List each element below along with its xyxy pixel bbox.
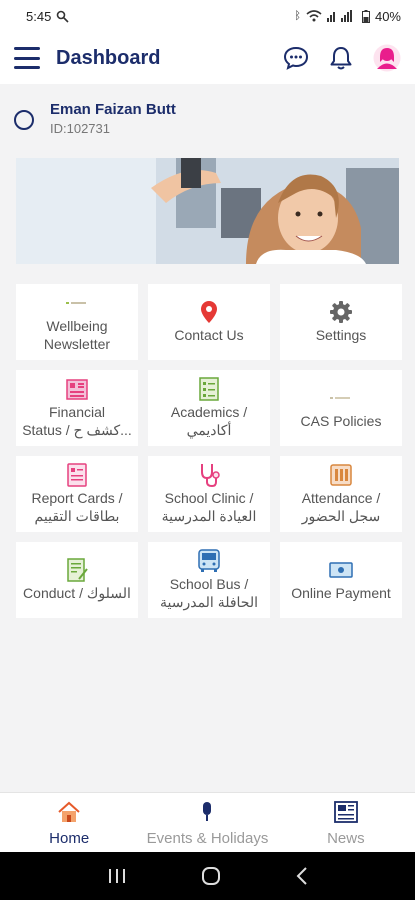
nav-home-label: Home [49,829,90,847]
payment-icon [329,562,353,578]
avatar [373,44,401,72]
location-pin-icon [201,301,217,323]
nav-home[interactable]: Home [0,793,138,853]
chat-icon [283,46,309,70]
bell-icon [330,47,352,70]
banner-photo [16,158,399,264]
wifi-icon [306,10,322,22]
tile-financial-status[interactable]: Financial Status / كشف ح... [16,370,138,446]
bottom-navigation: Home Events & Holidays News [0,792,415,853]
tile-report-cards[interactable]: Report Cards / بطاقات التقييم [16,456,138,532]
tile-attendance[interactable]: Attendance / سجل الحضور [280,456,402,532]
back-icon[interactable] [296,867,308,885]
nav-events-label: Events & Holidays [146,829,269,847]
dashboard-grid: Wellbeing Newsletter Contact Us Settings… [16,284,402,618]
app-bar: Dashboard [0,32,415,84]
page-title: Dashboard [56,46,161,69]
tile-academics[interactable]: Academics / أكاديمي [148,370,270,446]
recent-apps-icon[interactable] [108,868,126,884]
student-radio[interactable] [14,110,34,130]
bus-icon [198,549,220,572]
battery-level: 40% [374,8,401,24]
student-id: ID:102731 [50,121,110,136]
home-circle-icon[interactable] [201,866,221,886]
tile-school-clinic[interactable]: School Clinic / العيادة المدرسية [148,456,270,532]
cell-signal-icon [326,10,352,22]
finance-icon [66,379,88,400]
nav-events-holidays[interactable]: Events & Holidays [138,793,276,853]
tile-settings[interactable]: Settings [280,284,402,360]
newspaper-icon [333,800,358,823]
battery-icon [361,9,370,23]
attendance-icon [330,464,352,486]
tile-online-payment[interactable]: Online Payment [280,542,402,618]
system-navigation-bar [0,852,415,900]
tile-cas-policies[interactable]: CAS Policies [280,370,402,446]
banner-image [16,158,399,264]
student-selector[interactable]: Eman Faizan Butt ID:102731 [0,84,415,148]
chat-button[interactable] [283,46,309,70]
profile-button[interactable] [373,44,401,72]
academics-icon [199,377,219,401]
signal-key-icon [57,10,69,23]
notifications-button[interactable] [329,45,353,71]
report-card-icon [67,463,87,487]
policy-icon [330,397,350,399]
newsletter-icon [66,302,86,304]
tile-wellbeing-newsletter[interactable]: Wellbeing Newsletter [16,284,138,360]
tile-contact-us[interactable]: Contact Us [148,284,270,360]
conduct-icon [67,558,88,582]
home-icon [58,801,80,822]
status-bar: 5:45 ᛒ 40% [0,0,415,32]
tile-conduct[interactable]: Conduct / السلوك [16,542,138,618]
status-time: 5:45 [26,8,52,24]
tile-school-bus[interactable]: School Bus / الحافلة المدرسية [148,542,270,618]
nav-news-label: News [327,829,365,847]
stethoscope-icon [201,464,220,488]
menu-button[interactable] [14,47,40,69]
student-name: Eman Faizan Butt [50,101,176,118]
microphone-icon [203,801,212,821]
gear-icon [330,301,352,323]
bluetooth-icon: ᛒ [294,10,301,22]
nav-news[interactable]: News [277,793,415,853]
